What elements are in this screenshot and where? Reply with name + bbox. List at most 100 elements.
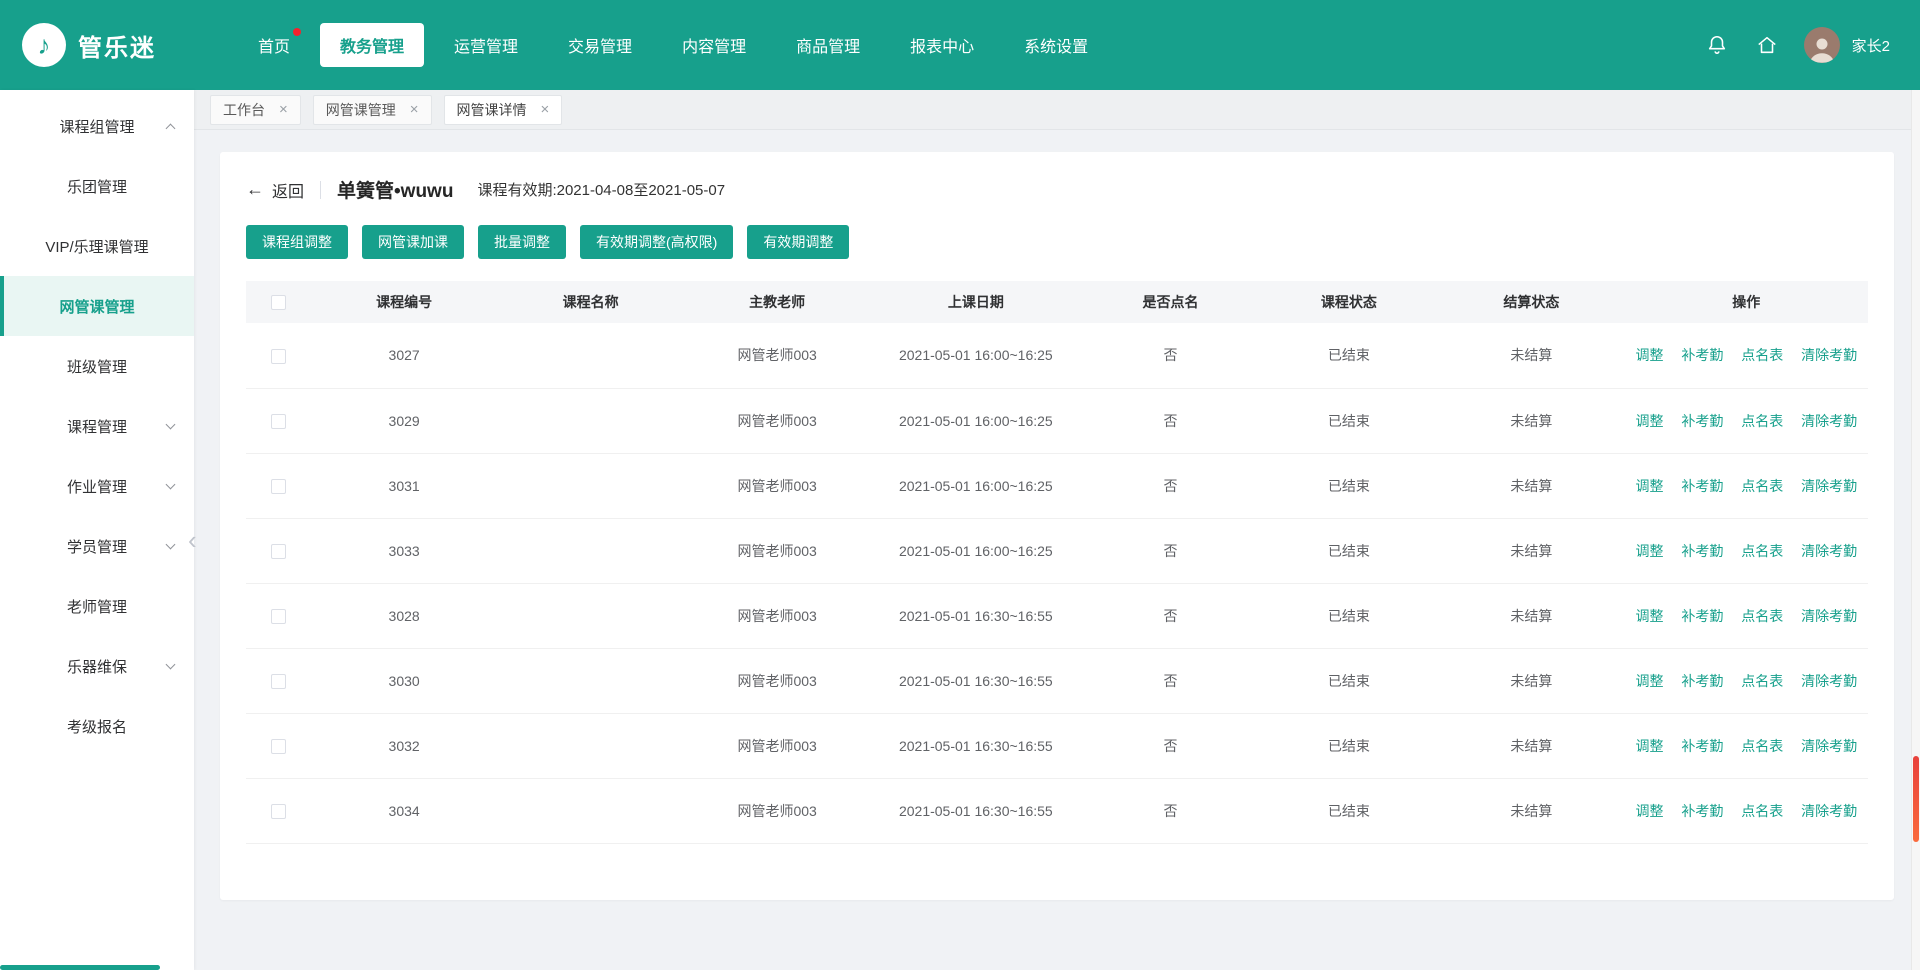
sidebar-item-label: 老师管理 <box>67 596 127 617</box>
cell-roll-call: 否 <box>1081 648 1259 713</box>
top-nav-item[interactable]: 商品管理 <box>776 23 880 67</box>
top-nav-item-label: 交易管理 <box>568 39 632 56</box>
sidebar-item[interactable]: VIP/乐理课管理 <box>0 216 194 276</box>
cell-class-date: 2021-05-01 16:00~16:25 <box>870 388 1081 453</box>
cell-class-date: 2021-05-01 16:30~16:55 <box>870 583 1081 648</box>
action-roll-call-sheet[interactable]: 点名表 <box>1741 478 1783 494</box>
cell-course-name <box>497 713 684 778</box>
sidebar-item[interactable]: 学员管理 <box>0 516 194 576</box>
action-roll-call-sheet[interactable]: 点名表 <box>1741 673 1783 689</box>
action-roll-call-sheet[interactable]: 点名表 <box>1741 413 1783 429</box>
sidebar-item-label: 作业管理 <box>67 476 127 497</box>
toolbar-button[interactable]: 网管课加课 <box>362 225 464 259</box>
action-clear-attendance[interactable]: 清除考勤 <box>1801 413 1857 429</box>
action-makeup-attendance[interactable]: 补考勤 <box>1681 478 1723 494</box>
tab[interactable]: 工作台 × <box>210 95 301 125</box>
action-adjust[interactable]: 调整 <box>1635 738 1663 754</box>
action-roll-call-sheet[interactable]: 点名表 <box>1741 347 1783 363</box>
row-checkbox[interactable] <box>271 609 286 624</box>
action-clear-attendance[interactable]: 清除考勤 <box>1801 803 1857 819</box>
cell-teacher: 网管老师003 <box>684 583 871 648</box>
row-checkbox[interactable] <box>271 414 286 429</box>
action-adjust[interactable]: 调整 <box>1635 478 1663 494</box>
tab-close-icon[interactable]: × <box>410 101 419 118</box>
tab-close-icon[interactable]: × <box>279 101 288 118</box>
action-clear-attendance[interactable]: 清除考勤 <box>1801 608 1857 624</box>
toolbar-button[interactable]: 课程组调整 <box>246 225 348 259</box>
action-makeup-attendance[interactable]: 补考勤 <box>1681 738 1723 754</box>
select-all-checkbox[interactable] <box>271 295 286 310</box>
chevron-icon <box>166 539 176 549</box>
action-adjust[interactable]: 调整 <box>1635 673 1663 689</box>
action-adjust[interactable]: 调整 <box>1635 347 1663 363</box>
action-clear-attendance[interactable]: 清除考勤 <box>1801 478 1857 494</box>
row-checkbox[interactable] <box>271 739 286 754</box>
top-nav-item[interactable]: 运营管理 <box>434 23 538 67</box>
sidebar-item[interactable]: 考级报名 <box>0 696 194 756</box>
top-nav-item[interactable]: 报表中心 <box>890 23 994 67</box>
avatar[interactable] <box>1804 27 1840 63</box>
top-nav-item[interactable]: 内容管理 <box>662 23 766 67</box>
cell-course-status: 已结束 <box>1260 648 1438 713</box>
row-checkbox[interactable] <box>271 804 286 819</box>
action-roll-call-sheet[interactable]: 点名表 <box>1741 608 1783 624</box>
user-name[interactable]: 家长2 <box>1852 35 1890 56</box>
back-button[interactable]: ← 返回 <box>246 178 304 202</box>
tab[interactable]: 网管课管理 × <box>313 95 432 125</box>
cell-operations: 调整 补考勤 点名表 清除考勤 <box>1625 648 1868 713</box>
sidebar-item[interactable]: 乐团管理 <box>0 156 194 216</box>
toolbar-button[interactable]: 有效期调整 <box>747 225 849 259</box>
action-clear-attendance[interactable]: 清除考勤 <box>1801 347 1857 363</box>
tab-bar: 工作台 × 网管课管理 × 网管课详情 × <box>194 90 1920 130</box>
action-clear-attendance[interactable]: 清除考勤 <box>1801 738 1857 754</box>
sidebar-item[interactable]: 老师管理 <box>0 576 194 636</box>
action-roll-call-sheet[interactable]: 点名表 <box>1741 738 1783 754</box>
sidebar-item[interactable]: 乐器维保 <box>0 636 194 696</box>
sidebar-item[interactable]: 班级管理 <box>0 336 194 396</box>
bell-icon[interactable] <box>1704 32 1730 58</box>
table-row: 3028 网管老师003 2021-05-01 16:30~16:55 否 已结… <box>246 583 1868 648</box>
sidebar-item[interactable]: 网管课管理 <box>0 276 194 336</box>
row-checkbox[interactable] <box>271 349 286 364</box>
sidebar-item[interactable]: 课程组管理 <box>0 96 194 156</box>
sidebar-item-label: 班级管理 <box>67 356 127 377</box>
action-roll-call-sheet[interactable]: 点名表 <box>1741 803 1783 819</box>
sidebar-item[interactable]: 作业管理 <box>0 456 194 516</box>
toolbar-button[interactable]: 批量调整 <box>478 225 566 259</box>
cell-course-id: 3032 <box>311 713 498 778</box>
action-adjust[interactable]: 调整 <box>1635 608 1663 624</box>
home-icon[interactable] <box>1754 32 1780 58</box>
top-nav-item[interactable]: 系统设置 <box>1004 23 1108 67</box>
tab-close-icon[interactable]: × <box>541 101 550 118</box>
sidebar-item[interactable]: 课程管理 <box>0 396 194 456</box>
cell-course-status: 已结束 <box>1260 323 1438 388</box>
tab-label: 工作台 <box>223 100 265 120</box>
action-adjust[interactable]: 调整 <box>1635 413 1663 429</box>
course-table: 课程编号 课程名称 主教老师 上课日期 是否点名 课程状态 结算状态 操作 <box>246 281 1868 844</box>
row-checkbox[interactable] <box>271 479 286 494</box>
chevron-icon <box>166 419 176 429</box>
horizontal-scrollbar-thumb[interactable] <box>0 965 160 970</box>
action-clear-attendance[interactable]: 清除考勤 <box>1801 673 1857 689</box>
vertical-scrollbar-thumb[interactable] <box>1913 756 1919 842</box>
toolbar-button[interactable]: 有效期调整(高权限) <box>580 225 733 259</box>
cell-operations: 调整 补考勤 点名表 清除考勤 <box>1625 713 1868 778</box>
action-makeup-attendance[interactable]: 补考勤 <box>1681 347 1723 363</box>
action-makeup-attendance[interactable]: 补考勤 <box>1681 413 1723 429</box>
header-course-id: 课程编号 <box>311 281 498 323</box>
action-adjust[interactable]: 调整 <box>1635 803 1663 819</box>
action-makeup-attendance[interactable]: 补考勤 <box>1681 803 1723 819</box>
sidebar-collapse-handle[interactable]: ‹ <box>188 527 1920 553</box>
top-nav-item[interactable]: 首页 <box>238 23 310 67</box>
title-row: ← 返回 单簧管•wuwu 课程有效期:2021-04-08至2021-05-0… <box>246 176 1868 221</box>
cell-roll-call: 否 <box>1081 453 1259 518</box>
top-nav-item[interactable]: 教务管理 <box>320 23 424 67</box>
row-checkbox[interactable] <box>271 674 286 689</box>
top-nav-item[interactable]: 交易管理 <box>548 23 652 67</box>
cell-roll-call: 否 <box>1081 388 1259 453</box>
action-makeup-attendance[interactable]: 补考勤 <box>1681 673 1723 689</box>
top-nav-item-label: 内容管理 <box>682 39 746 56</box>
tab[interactable]: 网管课详情 × <box>444 95 563 125</box>
action-makeup-attendance[interactable]: 补考勤 <box>1681 608 1723 624</box>
top-nav-item-label: 首页 <box>258 39 290 56</box>
